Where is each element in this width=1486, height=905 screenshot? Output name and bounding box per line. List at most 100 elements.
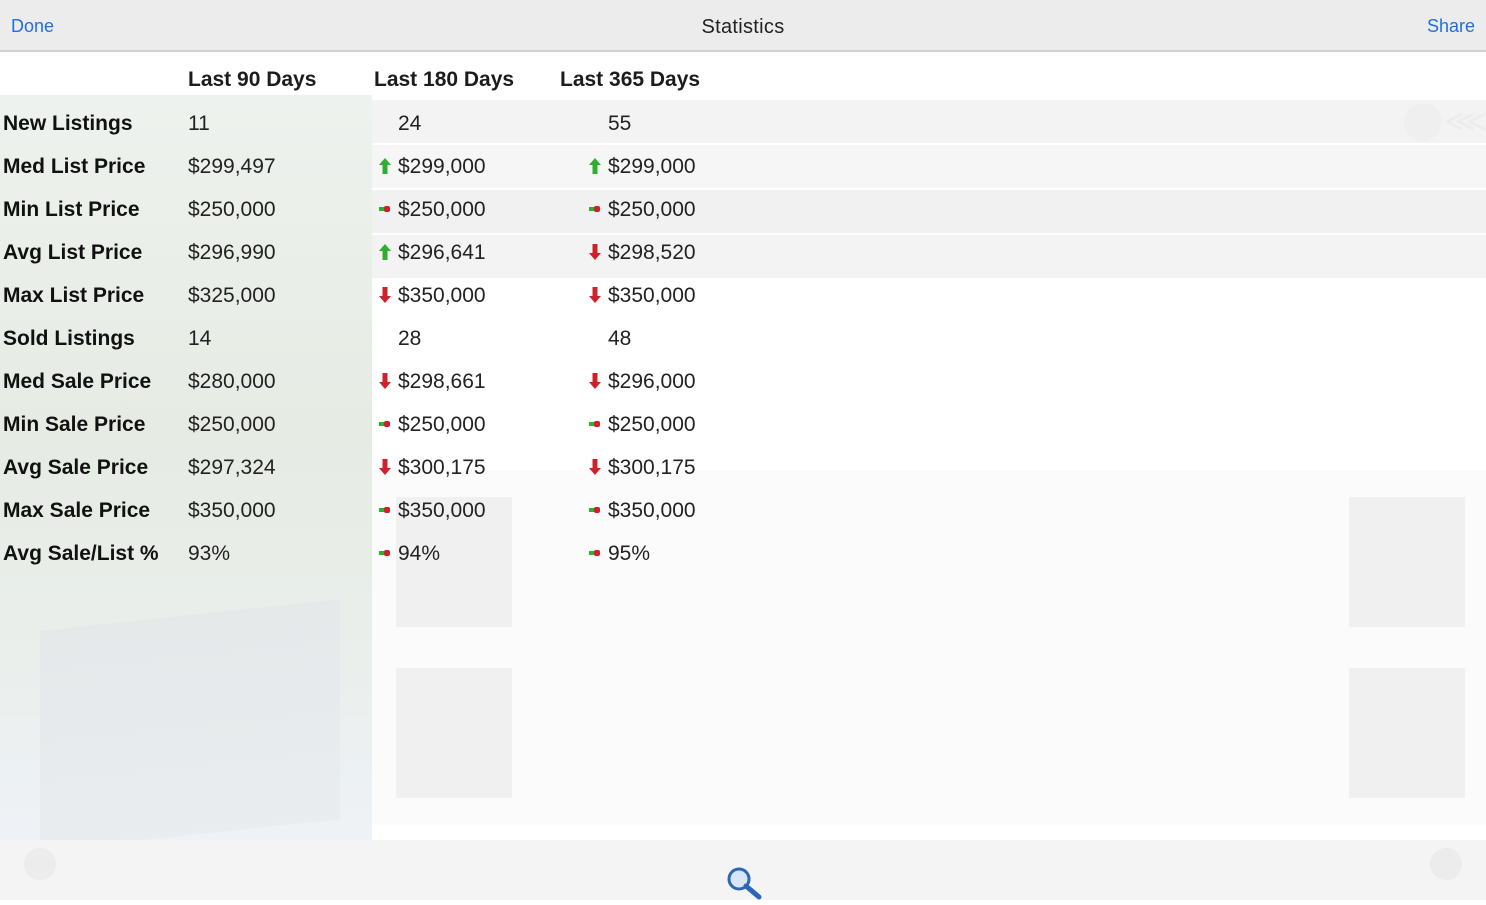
row-label: Sold Listings <box>3 327 135 350</box>
poi-tile <box>396 668 512 798</box>
table-cell: $250,000 <box>588 198 696 222</box>
table-cell: $299,000 <box>588 155 696 179</box>
cell-value: 28 <box>398 327 422 350</box>
cell-value: $299,000 <box>608 155 696 178</box>
arrow-down-icon <box>378 286 394 306</box>
cell-value: $280,000 <box>188 370 276 393</box>
arrow-down-icon <box>588 372 604 392</box>
unchanged-icon <box>378 415 394 435</box>
navigation-bar: Done Statistics Share <box>0 0 1486 52</box>
cell-value: $299,000 <box>398 155 486 178</box>
table-cell: $250,000 <box>378 198 486 222</box>
table-cell: $296,641 <box>378 241 486 265</box>
table-cell: $280,000 <box>188 370 276 394</box>
row-label: Max Sale Price <box>3 499 151 522</box>
arrow-up-icon <box>378 157 394 177</box>
table-cell: $350,000 <box>588 499 696 523</box>
table-cell: 93% <box>188 542 230 566</box>
home-icon <box>24 848 56 880</box>
table-cell: 48 <box>608 327 631 351</box>
unchanged-icon <box>588 200 604 220</box>
cell-value: 94% <box>398 542 441 565</box>
table-cell: $350,000 <box>378 499 486 523</box>
unchanged-icon <box>378 200 394 220</box>
cell-value: $250,000 <box>188 198 276 221</box>
cell-value: 93% <box>188 542 231 565</box>
cell-value: $296,641 <box>398 241 486 264</box>
row-label: Max List Price <box>3 284 145 307</box>
row-label: Avg Sale/List % <box>3 542 159 565</box>
cell-value: $250,000 <box>398 413 486 436</box>
cell-value: 95% <box>608 542 651 565</box>
row-label: Med List Price <box>3 155 146 178</box>
table-cell: $300,175 <box>378 456 486 480</box>
table-cell: $250,000 <box>378 413 486 437</box>
table-cell: $298,661 <box>378 370 486 394</box>
table-cell: $350,000 <box>188 499 276 523</box>
table-cell: 24 <box>398 112 421 136</box>
table-cell: $299,000 <box>378 155 486 179</box>
cell-value: $300,175 <box>398 456 486 479</box>
cell-value: $350,000 <box>188 499 276 522</box>
cell-value: 55 <box>608 112 632 135</box>
cell-value: $350,000 <box>608 284 696 307</box>
cell-value: 11 <box>188 112 210 135</box>
background-map <box>372 470 1486 825</box>
row-label: Avg Sale Price <box>3 456 149 479</box>
table-cell: $250,000 <box>588 413 696 437</box>
globe-icon <box>1430 848 1462 880</box>
table-cell: 28 <box>398 327 421 351</box>
arrow-up-icon <box>588 157 604 177</box>
cell-value: $350,000 <box>398 499 486 522</box>
table-cell: $350,000 <box>588 284 696 308</box>
table-cell: $250,000 <box>188 413 276 437</box>
cell-value: $298,661 <box>398 370 486 393</box>
house-image <box>40 599 340 851</box>
table-cell: $299,497 <box>188 155 276 179</box>
arrow-down-icon <box>588 286 604 306</box>
unchanged-icon <box>588 544 604 564</box>
cell-value: $250,000 <box>608 413 696 436</box>
table-header: Last 90 Days Last 180 Days Last 365 Days <box>0 60 760 103</box>
row-label: Med Sale Price <box>3 370 152 393</box>
unchanged-icon <box>378 501 394 521</box>
background-row <box>372 100 1486 143</box>
table-cell: 11 <box>188 112 210 136</box>
row-label: Min List Price <box>3 198 140 221</box>
background-row <box>372 235 1486 278</box>
background-app: ⋘ <box>0 0 1486 900</box>
table-cell: $325,000 <box>188 284 276 308</box>
arrow-down-icon <box>378 372 394 392</box>
table-cell: $350,000 <box>378 284 486 308</box>
avatar <box>1404 103 1442 141</box>
table-cell: 14 <box>188 327 211 351</box>
cell-value: $250,000 <box>398 198 486 221</box>
arrow-down-icon <box>378 458 394 478</box>
table-cell: 94% <box>378 542 440 566</box>
table-cell: $297,324 <box>188 456 276 480</box>
search-icon[interactable] <box>724 864 764 900</box>
row-label: Min Sale Price <box>3 413 146 436</box>
cell-value: 24 <box>398 112 422 135</box>
table-cell: 95% <box>588 542 650 566</box>
cell-value: $250,000 <box>188 413 276 436</box>
cell-value: $298,520 <box>608 241 696 264</box>
cell-value: $297,324 <box>188 456 276 479</box>
cell-value: $350,000 <box>398 284 486 307</box>
table-cell: $296,000 <box>588 370 696 394</box>
share-button[interactable]: Share <box>1427 16 1475 37</box>
column-header-90-days: Last 90 Days <box>188 68 317 91</box>
background-row <box>372 190 1486 233</box>
share-icon: ⋘ <box>1444 105 1486 138</box>
table-cell: $250,000 <box>188 198 276 222</box>
cell-value: $296,990 <box>188 241 276 264</box>
cell-value: $299,497 <box>188 155 276 178</box>
cell-value: $296,000 <box>608 370 696 393</box>
arrow-down-icon <box>588 243 604 263</box>
page-title: Statistics <box>701 16 785 38</box>
unchanged-icon <box>588 415 604 435</box>
arrow-down-icon <box>588 458 604 478</box>
cell-value: 48 <box>608 327 632 350</box>
column-header-365-days: Last 365 Days <box>560 68 701 91</box>
unchanged-icon <box>378 544 394 564</box>
